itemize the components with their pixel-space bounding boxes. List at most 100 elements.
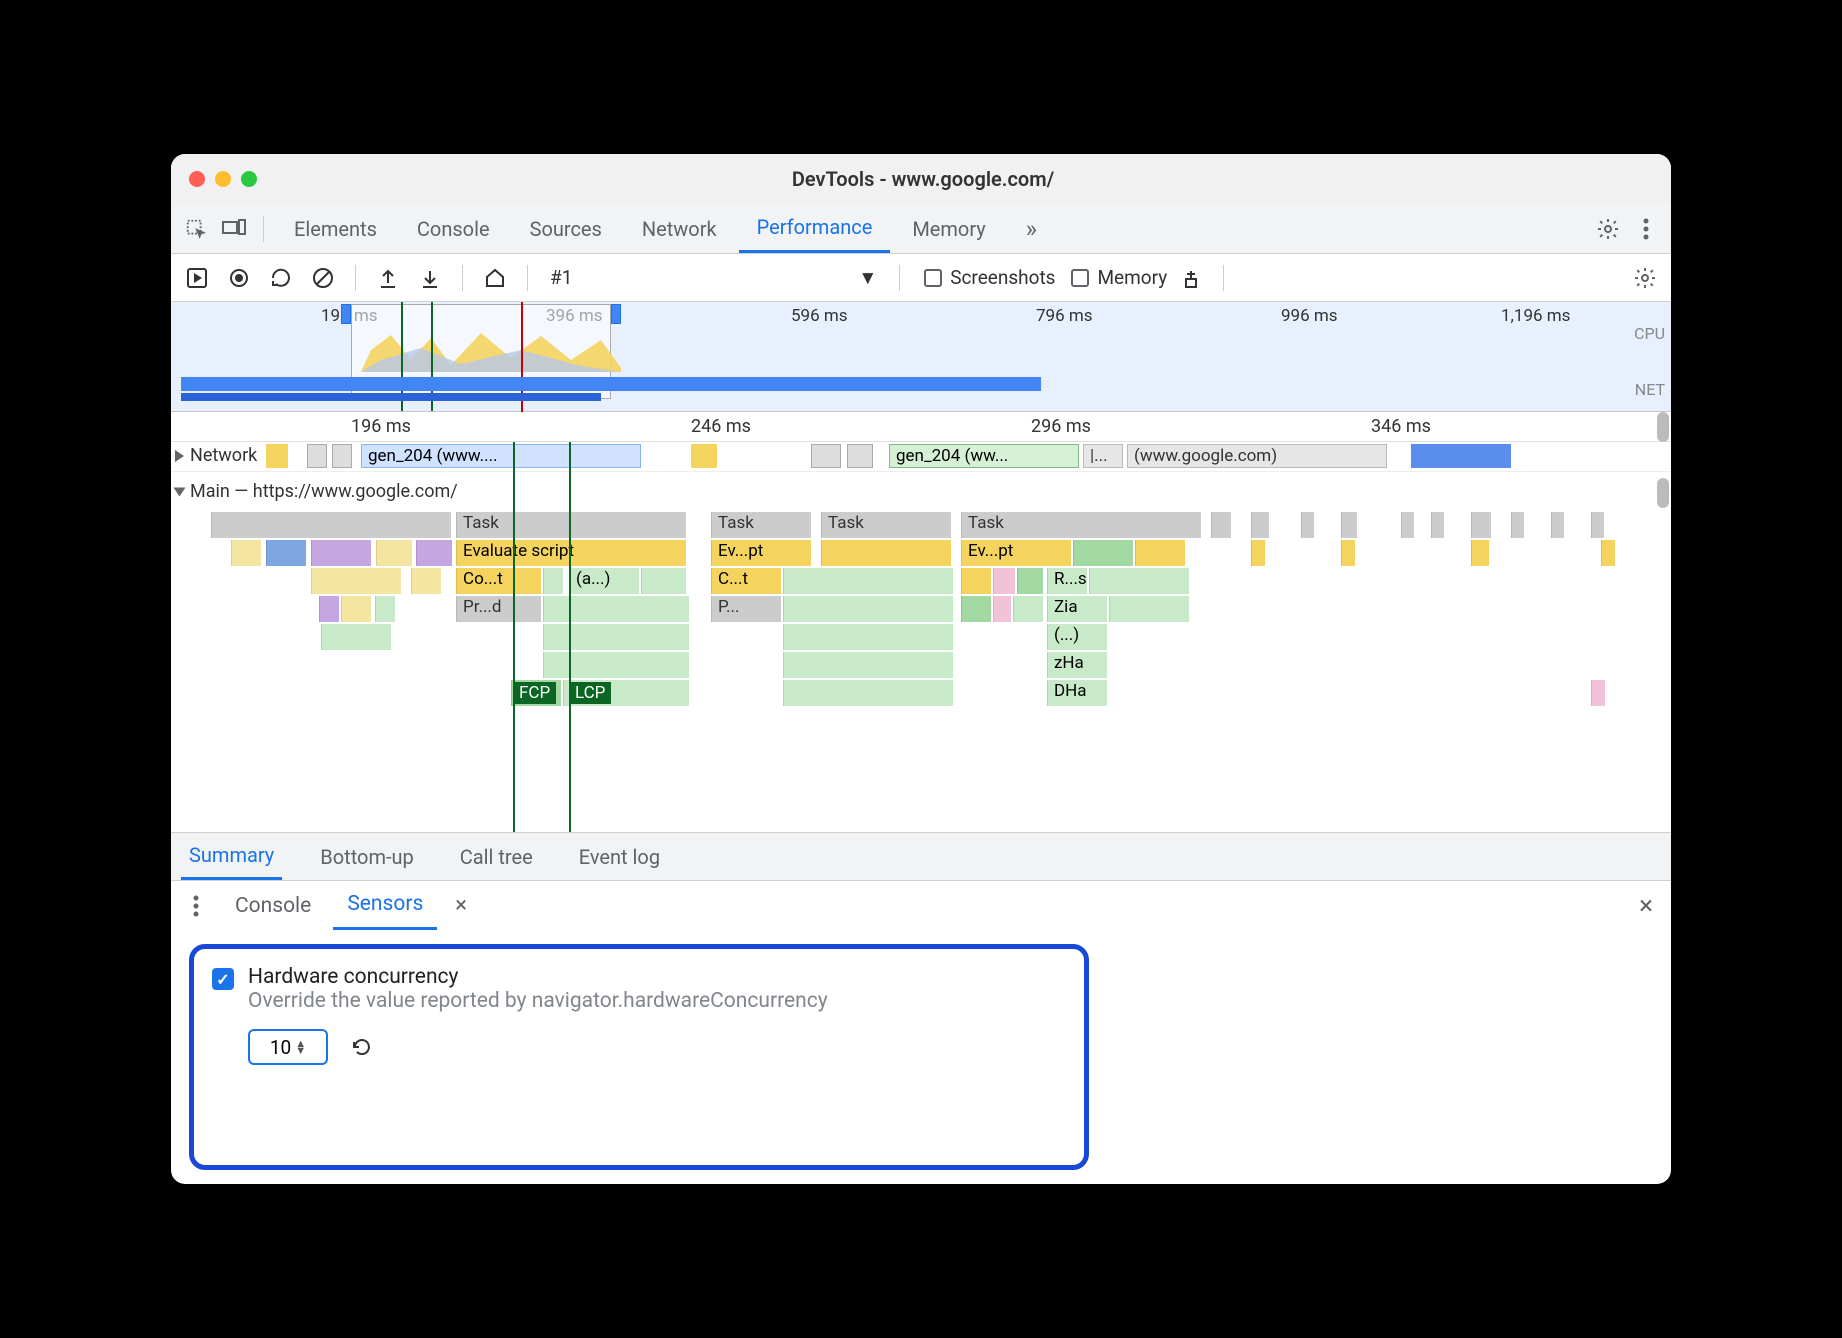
flame-block[interactable] [319,596,339,622]
flame-block[interactable] [321,624,391,650]
flame-dha[interactable]: DHa [1047,680,1107,706]
flame-block[interactable] [993,568,1015,594]
window-zoom-button[interactable] [241,171,257,187]
flame-block[interactable] [1089,568,1189,594]
flame-cot[interactable]: Co...t [456,568,541,594]
flame-eval-short[interactable]: Ev...pt [711,540,811,566]
flame-block[interactable] [266,540,306,566]
flame-block[interactable] [311,540,371,566]
flame-aparen[interactable]: (a...) [569,568,639,594]
net-request[interactable]: gen_204 (www.... [361,444,641,468]
flame-stub[interactable] [1601,540,1615,566]
flame-block[interactable] [783,652,953,678]
download-icon[interactable] [412,261,448,295]
device-toggle-icon[interactable] [217,212,251,246]
flame-task[interactable]: Task [821,512,951,538]
capture-settings-gear-icon[interactable] [1627,261,1663,295]
record-circle-icon[interactable] [221,261,257,295]
flame-stub[interactable] [1431,512,1444,538]
flame-chart[interactable]: Network gen_204 (www.... gen_204 (ww... … [171,442,1671,832]
upload-icon[interactable] [370,261,406,295]
garbage-collect-icon[interactable] [1173,261,1209,295]
net-request[interactable]: |... [1083,444,1123,468]
tab-memory[interactable]: Memory [894,204,1003,253]
inspect-element-icon[interactable] [179,212,213,246]
flame-stub[interactable] [1251,540,1265,566]
flame-stub[interactable] [1511,512,1524,538]
flame-stub[interactable] [1471,540,1489,566]
flame-block[interactable] [1013,596,1043,622]
tab-performance[interactable]: Performance [739,204,891,253]
flame-task[interactable] [211,512,451,538]
selection-handle-left[interactable] [341,304,351,324]
settings-gear-icon[interactable] [1591,212,1625,246]
flame-stub[interactable] [1471,512,1491,538]
home-icon[interactable] [477,261,513,295]
net-request[interactable] [691,444,717,468]
tab-overflow[interactable]: » [1008,204,1055,253]
flame-stub[interactable] [1591,680,1605,706]
flame-stub[interactable] [1341,512,1357,538]
net-request[interactable] [266,444,288,468]
flame-block[interactable] [1073,540,1133,566]
flame-eval[interactable]: Evaluate script [456,540,686,566]
flame-block[interactable] [543,596,689,622]
number-stepper-icon[interactable]: ▲▼ [295,1040,306,1054]
flame-block[interactable] [543,568,563,594]
screenshots-checkbox[interactable]: Screenshots [924,266,1055,289]
flame-task[interactable]: Task [961,512,1201,538]
network-row-header[interactable]: Network [175,445,257,466]
flame-block[interactable] [231,540,261,566]
reload-icon[interactable] [263,261,299,295]
flame-block[interactable] [993,596,1011,622]
flame-stub[interactable] [1301,512,1314,538]
net-request[interactable]: (www.google.com) [1127,444,1387,468]
flame-block[interactable] [821,540,951,566]
flame-stub[interactable] [1401,512,1414,538]
fcp-marker[interactable]: FCP [513,682,556,704]
flame-stub[interactable] [1211,512,1231,538]
flame-rs[interactable]: R...s [1047,568,1087,594]
flame-stub[interactable] [1251,512,1269,538]
tab-sources[interactable]: Sources [512,204,620,253]
hw-concurrency-checkbox[interactable] [212,968,234,990]
flame-stub[interactable] [1551,512,1564,538]
scrollbar-thumb[interactable] [1657,478,1669,508]
drawer-tab-close-icon[interactable]: × [445,893,477,918]
tab-summary[interactable]: Summary [181,833,282,880]
tab-network[interactable]: Network [624,204,735,253]
tab-bottom-up[interactable]: Bottom-up [312,833,422,880]
flame-block[interactable] [1135,540,1185,566]
tab-event-log[interactable]: Event log [571,833,668,880]
drawer-close-icon[interactable]: × [1629,891,1663,921]
hw-concurrency-input[interactable]: 10 ▲▼ [248,1029,328,1065]
flame-task[interactable]: Task [456,512,686,538]
timeline-overview[interactable]: 196 ms 396 ms 596 ms 796 ms 996 ms 1,196… [171,302,1671,412]
flame-eval-short[interactable]: Ev...pt [961,540,1071,566]
flame-block[interactable] [961,568,991,594]
flame-zia[interactable]: Zia [1047,596,1107,622]
flame-stub[interactable] [1591,512,1604,538]
reset-icon[interactable] [344,1030,378,1064]
flame-block[interactable] [641,568,686,594]
flame-ct[interactable]: C...t [711,568,781,594]
flame-block[interactable] [543,652,689,678]
tab-console[interactable]: Console [399,204,508,253]
tab-call-tree[interactable]: Call tree [452,833,541,880]
clear-icon[interactable] [305,261,341,295]
tab-elements[interactable]: Elements [276,204,395,253]
flame-block[interactable] [341,596,371,622]
flame-task[interactable]: Task [711,512,811,538]
window-close-button[interactable] [189,171,205,187]
kebab-menu-icon[interactable] [1629,212,1663,246]
flame-p[interactable]: P... [711,596,781,622]
flame-block[interactable] [783,568,953,594]
net-request-blue[interactable] [1411,444,1511,468]
flame-block[interactable] [783,680,953,706]
record-button[interactable] [179,261,215,295]
flame-stub[interactable] [1341,540,1355,566]
flame-block[interactable] [783,596,953,622]
flame-block[interactable] [543,624,689,650]
flame-block[interactable] [416,540,452,566]
drawer-kebab-icon[interactable] [179,889,213,923]
